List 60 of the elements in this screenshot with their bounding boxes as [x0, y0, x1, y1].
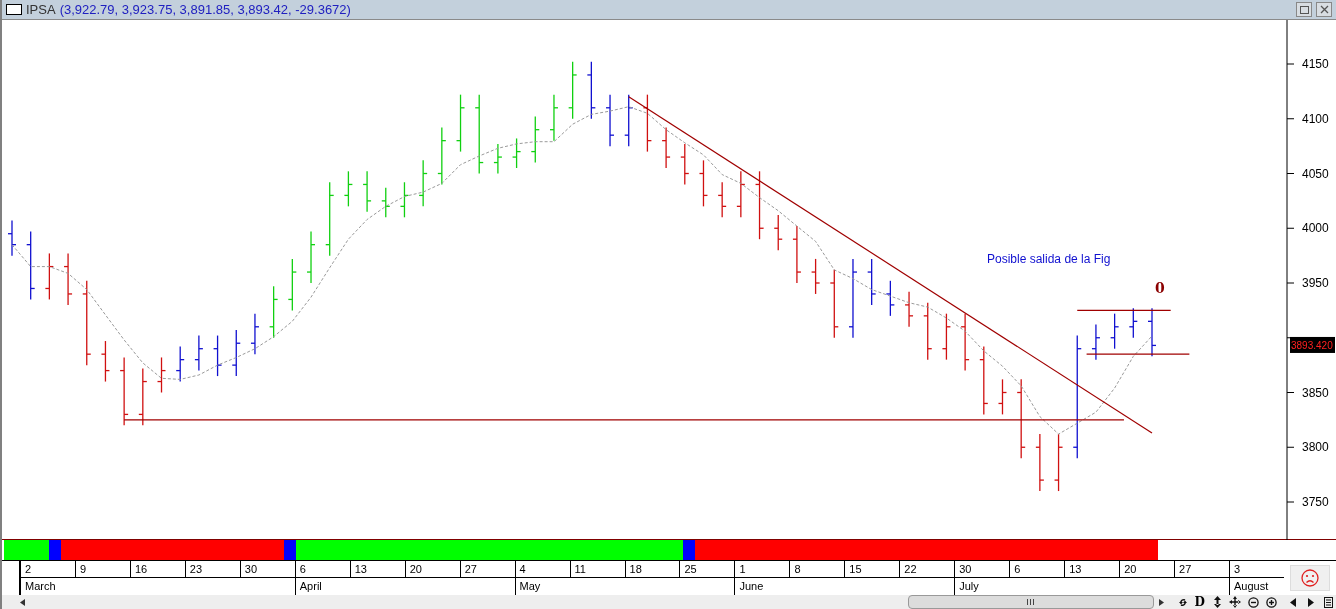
up-down-arrow-icon [1213, 596, 1221, 608]
day-label: 8 [789, 561, 845, 578]
day-label: 11 [569, 561, 625, 578]
quote-values: (3,922.79, 3,923.75, 3,891.85, 3,893.42, -29.3672) [59, 0, 351, 19]
left-arrow-icon [19, 598, 25, 606]
zoom-in-icon [1265, 596, 1277, 608]
signal-marker: 0 [1155, 280, 1165, 296]
day-label: 13 [1064, 561, 1120, 578]
y-axis-label: 3800 [1302, 440, 1329, 455]
y-axis-label: 4000 [1302, 221, 1329, 236]
day-label: 4 [514, 561, 570, 578]
day-label: 20 [1119, 561, 1175, 578]
day-label: 30 [239, 561, 295, 578]
y-axis-label: 3950 [1302, 276, 1329, 290]
list-icon [1323, 596, 1333, 608]
grip-icon [1027, 599, 1035, 605]
annotation-text: Posible salida de la Fig [987, 252, 1111, 266]
day-label: 27 [459, 561, 515, 578]
day-label: 22 [899, 561, 955, 578]
day-label: 15 [844, 561, 900, 578]
sad-face-button[interactable] [1290, 565, 1330, 591]
y-axis-label: 4100 [1302, 111, 1329, 126]
sad-face-icon [1301, 569, 1319, 587]
zoom-in-button[interactable] [1264, 595, 1278, 609]
day-label: 1 [734, 561, 790, 578]
y-axis-label: 4150 [1302, 57, 1329, 71]
day-label: 3 [1229, 561, 1284, 578]
day-label: 23 [184, 561, 240, 578]
move-button[interactable] [1228, 595, 1242, 609]
zoom-out-button[interactable] [1246, 595, 1260, 609]
day-label: 2 [20, 561, 75, 578]
day-label: 9 [74, 561, 130, 578]
close-button[interactable] [1316, 2, 1332, 17]
day-label: 25 [679, 561, 735, 578]
y-axis-label: 3750 [1302, 495, 1329, 509]
day-label: 27 [1174, 561, 1230, 578]
day-label: 30 [954, 561, 1010, 578]
zoom-out-icon [1247, 596, 1259, 608]
day-label: 18 [624, 561, 680, 578]
list-button[interactable] [1322, 595, 1334, 609]
day-label: 6 [1009, 561, 1065, 578]
move-icon [1229, 596, 1241, 608]
price-label: 3893.420 [1290, 336, 1335, 353]
day-label: 13 [349, 561, 405, 578]
scrollbar-thumb[interactable] [907, 595, 1154, 609]
day-label: 6 [294, 561, 350, 578]
maximize-button[interactable] [1296, 2, 1312, 17]
day-label: 20 [404, 561, 460, 578]
d-button[interactable]: D [1193, 596, 1206, 608]
refresh-icon [1178, 596, 1187, 608]
y-axis-label: 3850 [1302, 385, 1329, 400]
next-icon [1308, 597, 1314, 607]
right-arrow-icon [1159, 598, 1165, 606]
maximize-icon [1299, 5, 1309, 14]
previous-icon [1290, 597, 1296, 607]
y-axis-label: 4050 [1302, 166, 1329, 181]
day-label: 16 [129, 561, 185, 578]
window-icon [6, 4, 22, 15]
window-title: IPSA [26, 0, 56, 19]
close-icon [1319, 5, 1329, 14]
